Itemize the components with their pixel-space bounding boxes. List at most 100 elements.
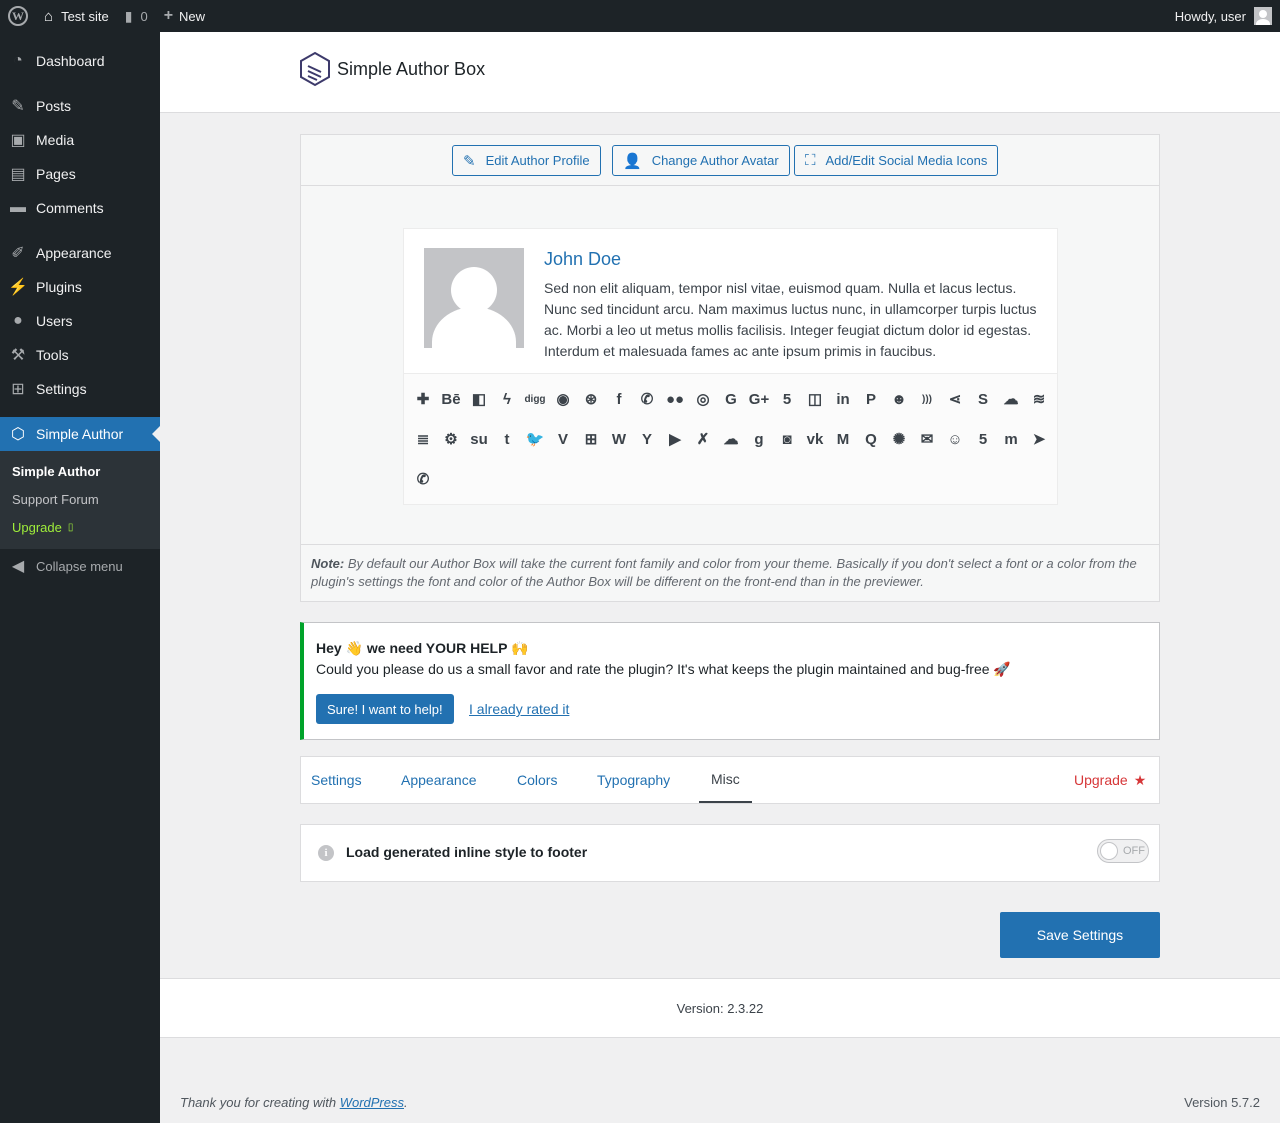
sidebar-item-tools[interactable]: ⚒ Tools — [0, 338, 160, 372]
setting-label: Load generated inline style to footer — [346, 844, 588, 860]
whatsapp-icon[interactable]: ✆ — [636, 388, 658, 410]
tab-misc[interactable]: Misc — [699, 757, 752, 803]
dribbble-icon[interactable]: ⊛ — [580, 388, 602, 410]
author-name[interactable]: John Doe — [544, 249, 621, 270]
tab-typography[interactable]: Typography — [597, 757, 670, 803]
sidebar-item-comments[interactable]: ▬ Comments — [0, 191, 160, 225]
delicious-icon[interactable]: ◧ — [468, 388, 490, 410]
goodreads-icon[interactable]: g — [748, 428, 770, 450]
mastodon-icon[interactable]: m — [1000, 428, 1022, 450]
deviantart-icon[interactable]: ϟ — [496, 388, 518, 410]
sidebar-item-label: Tools — [36, 347, 69, 363]
submenu-item-upgrade[interactable]: Upgrade ▯ — [0, 513, 160, 541]
upgrade-label: Upgrade — [12, 519, 62, 535]
500px-icon[interactable]: 5 — [972, 428, 994, 450]
snapchat-icon[interactable]: ☺ — [944, 428, 966, 450]
spotify-icon[interactable]: ≋ — [1028, 388, 1050, 410]
email-icon[interactable]: ✉ — [916, 428, 938, 450]
telegram-icon[interactable]: ➤ — [1028, 428, 1050, 450]
settings-icon: ⊞ — [11, 381, 25, 398]
medium-icon[interactable]: M — [832, 428, 854, 450]
sidebar-item-label: Media — [36, 132, 75, 148]
star-icon: ★ — [1133, 771, 1147, 788]
github-icon[interactable]: ◎ — [692, 388, 714, 410]
site-name-label: Test site — [61, 8, 109, 24]
sidebar-item-media[interactable]: ▣ Media — [0, 123, 160, 157]
phone-icon[interactable]: ✆ — [412, 468, 434, 490]
mixcloud-icon[interactable]: ☁ — [720, 428, 742, 450]
submenu-item-simple-author[interactable]: Simple Author — [0, 457, 160, 485]
skype-icon[interactable]: S — [972, 388, 994, 410]
already-rated-link[interactable]: I already rated it — [469, 701, 569, 717]
instagram-icon[interactable]: ◫ — [804, 388, 826, 410]
site-name-link[interactable]: ⌂ Test site — [36, 0, 117, 32]
plugin-logo-text: Simple Author Box — [337, 58, 486, 79]
account-menu[interactable]: Howdy, user — [1175, 7, 1280, 25]
submenu-item-support-forum[interactable]: Support Forum — [0, 485, 160, 513]
behance-icon[interactable]: Bē — [440, 388, 462, 410]
pencil-icon: ✎ — [463, 152, 476, 170]
note-text: By default our Author Box will take the … — [311, 556, 1137, 589]
twitch-icon[interactable]: ◙ — [776, 428, 798, 450]
meetup-icon[interactable]: ✺ — [888, 428, 910, 450]
googleplus-icon[interactable]: G+ — [748, 388, 770, 410]
vk-icon[interactable]: vk — [804, 428, 826, 450]
quora-icon[interactable]: Q — [860, 428, 882, 450]
collapse-menu-button[interactable]: ◀ Collapse menu — [0, 549, 160, 583]
tab-colors[interactable]: Colors — [517, 757, 557, 803]
sidebar-item-users[interactable]: ● Users — [0, 304, 160, 338]
edit-author-profile-button[interactable]: ✎ Edit Author Profile — [452, 145, 601, 176]
twitter-icon[interactable]: 🐦 — [524, 428, 546, 450]
sidebar-item-dashboard[interactable]: ◔ Dashboard — [0, 44, 160, 78]
steam-icon[interactable]: ⚙ — [440, 428, 462, 450]
sidebar-item-pages[interactable]: ▤ Pages — [0, 157, 160, 191]
html5-icon[interactable]: 5 — [776, 388, 798, 410]
discord-icon[interactable]: ◉ — [552, 388, 574, 410]
addthis-icon[interactable]: ✚ — [412, 388, 434, 410]
sidebar-item-label: Simple Author — [36, 426, 124, 442]
inline-style-toggle[interactable]: OFF — [1097, 839, 1149, 863]
sidebar-item-posts[interactable]: ✎ Posts — [0, 89, 160, 123]
vimeo-icon[interactable]: V — [552, 428, 574, 450]
sidebar-item-plugins[interactable]: ⚡ Plugins — [0, 270, 160, 304]
sidebar-item-label: Dashboard — [36, 53, 105, 69]
yahoo-icon[interactable]: Y — [636, 428, 658, 450]
wordpress-link[interactable]: WordPress — [340, 1095, 404, 1110]
comments-link[interactable]: ▮ 0 — [117, 0, 156, 32]
save-settings-button[interactable]: Save Settings — [1000, 912, 1160, 958]
wordpress-logo-button[interactable]: W — [0, 0, 36, 32]
cube-icon: ⬡ — [11, 426, 25, 443]
wordpress-icon[interactable]: W — [608, 428, 630, 450]
footer-thanks-text: Thank you for creating with — [180, 1095, 337, 1110]
tab-settings[interactable]: Settings — [311, 757, 362, 803]
soundcloud-icon[interactable]: ☁ — [1000, 388, 1022, 410]
digg-icon[interactable]: digg — [524, 388, 546, 410]
tumblr-icon[interactable]: t — [496, 428, 518, 450]
facebook-icon[interactable]: f — [608, 388, 630, 410]
edit-author-profile-label: Edit Author Profile — [485, 153, 590, 168]
sidebar-item-appearance[interactable]: ✐ Appearance — [0, 236, 160, 270]
sure-help-button[interactable]: Sure! I want to help! — [316, 694, 454, 724]
sidebar-item-settings[interactable]: ⊞ Settings — [0, 372, 160, 406]
linkedin-icon[interactable]: in — [832, 388, 854, 410]
rss-icon[interactable]: ))) — [916, 388, 938, 410]
new-content-button[interactable]: + New — [156, 0, 213, 32]
windows-icon[interactable]: ⊞ — [580, 428, 602, 450]
author-bio: Sed non elit aliquam, tempor nisl vitae,… — [544, 280, 1037, 359]
youtube-icon[interactable]: ▶ — [664, 428, 686, 450]
share-icon[interactable]: ⋖ — [944, 388, 966, 410]
xing-icon[interactable]: ✗ — [692, 428, 714, 450]
flickr-icon[interactable]: ●● — [664, 388, 686, 410]
pinterest-icon[interactable]: P — [860, 388, 882, 410]
reddit-icon[interactable]: ☻ — [888, 388, 910, 410]
tab-appearance[interactable]: Appearance — [401, 757, 477, 803]
stackoverflow-icon[interactable]: ≣ — [412, 428, 434, 450]
social-media-icons-button[interactable]: ⛶ Add/Edit Social Media Icons — [794, 145, 999, 176]
tab-upgrade[interactable]: Upgrade ★ — [1074, 757, 1146, 803]
howdy-text: Howdy, user — [1174, 8, 1246, 24]
sidebar-item-simple-author[interactable]: ⬡ Simple Author — [0, 417, 160, 451]
google-icon[interactable]: G — [720, 388, 742, 410]
change-author-avatar-button[interactable]: 👤 Change Author Avatar — [612, 145, 790, 176]
info-icon[interactable]: i — [318, 845, 334, 861]
stumbleupon-icon[interactable]: su — [468, 428, 490, 450]
